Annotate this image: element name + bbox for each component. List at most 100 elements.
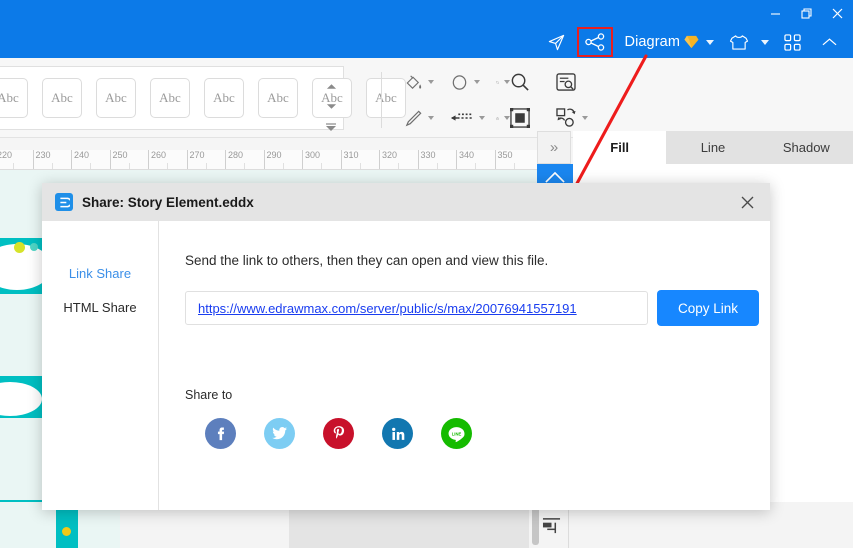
ruler-tick: 230 xyxy=(32,150,51,169)
svg-text:LINE: LINE xyxy=(452,431,462,436)
ruler-tick: 330 xyxy=(417,150,436,169)
illustration-dot xyxy=(30,243,38,251)
pinterest-icon[interactable] xyxy=(323,418,354,449)
horizontal-ruler[interactable]: 220 230 240 250 260 270 280 290 300 310 320 330 340 3… xyxy=(0,150,537,170)
fill-caret-icon[interactable] xyxy=(428,80,434,84)
diagram-menu-label: Diagram xyxy=(624,34,680,50)
tab-fill[interactable]: Fill xyxy=(573,131,667,164)
chevron-up-icon[interactable] xyxy=(808,27,847,57)
zoom-tool[interactable] xyxy=(510,67,556,97)
dialog-close-button[interactable] xyxy=(732,187,762,217)
ruler-tick-minor xyxy=(398,163,401,169)
ruler-tick: 350 xyxy=(494,150,513,169)
ruler-tick-minor xyxy=(359,163,363,169)
style-thumb[interactable]: Abc xyxy=(0,78,28,118)
dialog-header: Share: Story Element.eddx xyxy=(42,183,770,221)
ribbon-toolbar: Abc Abc Abc Abc Abc Abc Abc Abc xyxy=(0,58,853,138)
crop-tool[interactable] xyxy=(496,67,510,97)
sidebar-item-link-share[interactable]: Link Share xyxy=(42,257,158,291)
replace-shape-tool[interactable] xyxy=(556,103,602,133)
replace-caret-icon[interactable] xyxy=(582,116,588,120)
style-thumb[interactable]: Abc xyxy=(150,78,190,118)
line-icon[interactable]: LINE xyxy=(441,418,472,449)
illustration-dot xyxy=(62,527,71,536)
style-thumb[interactable]: Abc xyxy=(258,78,298,118)
ruler-tick-minor xyxy=(282,163,286,169)
fill-color-tool[interactable] xyxy=(404,67,450,97)
dialog-title: Share: Story Element.eddx xyxy=(82,194,254,210)
ruler-tick: 340 xyxy=(456,150,474,169)
ruler-tick: 240 xyxy=(71,150,89,169)
scroll-down-icon[interactable] xyxy=(326,103,337,110)
ruler-tick-minor xyxy=(13,163,16,169)
format-tabs: Fill Line Shadow xyxy=(573,131,853,164)
style-thumb[interactable]: Abc xyxy=(42,78,82,118)
find-replace-tool[interactable] xyxy=(556,67,602,97)
select-area-tool[interactable] xyxy=(510,103,556,133)
shirt-icon[interactable] xyxy=(722,27,756,57)
diagram-menu[interactable]: Diagram xyxy=(617,34,702,50)
diagram-menu-caret-icon[interactable] xyxy=(706,39,714,45)
dialog-body: Link Share HTML Share Send the link to o… xyxy=(42,221,770,510)
tab-shadow[interactable]: Shadow xyxy=(759,131,853,164)
ruler-tick: 290 xyxy=(263,150,282,169)
lock-tool[interactable] xyxy=(496,103,510,133)
send-icon[interactable] xyxy=(540,27,573,57)
ruler-tick-minor xyxy=(167,163,170,169)
facebook-icon[interactable] xyxy=(205,418,236,449)
gallery-scrollbar[interactable] xyxy=(321,76,341,138)
scroll-up-icon[interactable] xyxy=(326,83,337,90)
ruler-tick-minor xyxy=(475,163,478,169)
twitter-icon[interactable] xyxy=(264,418,295,449)
scroll-expand-icon[interactable] xyxy=(325,122,337,132)
share-dialog: Share: Story Element.eddx Link Share HTM… xyxy=(42,183,770,510)
panel-collapse-button[interactable]: » xyxy=(537,131,571,164)
sidebar-item-html-share[interactable]: HTML Share xyxy=(42,291,158,325)
pen-caret-icon[interactable] xyxy=(428,116,434,120)
shape-tool[interactable] xyxy=(450,67,496,97)
ruler-tick-minor xyxy=(244,163,247,169)
minimize-button[interactable] xyxy=(760,0,791,26)
edraw-logo-icon xyxy=(55,193,73,211)
title-bar: Diagram xyxy=(0,0,853,58)
diamond-badge-icon xyxy=(684,35,699,49)
ruler-tick-minor xyxy=(321,163,324,169)
ruler-tick: 300 xyxy=(302,150,320,169)
line-style-tool[interactable] xyxy=(450,103,496,133)
theme-caret-icon[interactable] xyxy=(761,39,769,45)
share-link-field[interactable]: https://www.edrawmax.com/server/public/s… xyxy=(185,291,648,325)
linkedin-icon[interactable] xyxy=(382,418,413,449)
copy-link-button[interactable]: Copy Link xyxy=(657,290,759,326)
ruler-tick: 270 xyxy=(186,150,205,169)
tab-line[interactable]: Line xyxy=(666,131,760,164)
ruler-tick: 320 xyxy=(379,150,397,169)
style-gallery[interactable]: Abc Abc Abc Abc Abc Abc Abc Abc xyxy=(0,66,406,131)
ruler-tick-minor xyxy=(128,163,132,169)
style-thumb[interactable]: Abc xyxy=(204,78,244,118)
shape-caret-icon[interactable] xyxy=(474,80,480,84)
page-layout-icon[interactable] xyxy=(542,517,561,540)
share-icon[interactable] xyxy=(576,27,613,57)
social-share-row: LINE xyxy=(205,418,770,449)
share-to-label: Share to xyxy=(185,388,233,402)
ruler-tick: 220 xyxy=(0,150,12,169)
toolbar-divider xyxy=(380,72,382,128)
ruler-tick-minor xyxy=(90,163,93,169)
close-button[interactable] xyxy=(822,0,853,26)
share-link-text[interactable]: https://www.edrawmax.com/server/public/s… xyxy=(198,301,577,316)
ruler-tick-minor xyxy=(205,163,209,169)
ruler-tick: 250 xyxy=(109,150,128,169)
window-controls xyxy=(760,0,853,26)
line-caret-icon[interactable] xyxy=(479,116,485,120)
dialog-content: Send the link to others, then they can o… xyxy=(159,221,770,510)
illustration-dot xyxy=(14,242,25,253)
pen-tool[interactable] xyxy=(404,103,450,133)
restore-button[interactable] xyxy=(791,0,822,26)
titlebar-toolbar: Diagram xyxy=(540,26,848,58)
style-thumb[interactable]: Abc xyxy=(96,78,136,118)
grid-apps-icon[interactable] xyxy=(777,27,808,57)
ruler-tick-minor xyxy=(513,163,517,169)
format-tools xyxy=(358,66,602,134)
link-row: https://www.edrawmax.com/server/public/s… xyxy=(185,290,770,326)
ruler-tick: 280 xyxy=(225,150,243,169)
